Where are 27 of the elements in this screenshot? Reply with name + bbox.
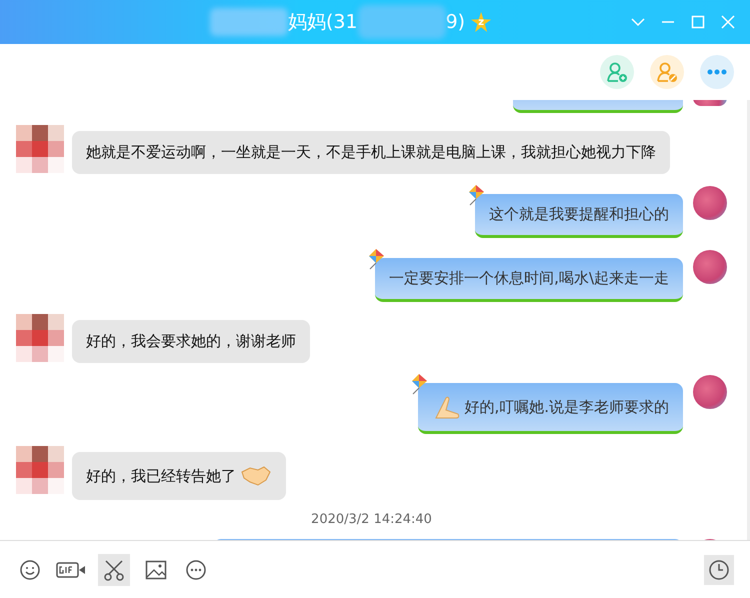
close-icon[interactable] <box>720 14 736 30</box>
avatar-photo <box>693 250 727 284</box>
message-timestamp: 2020/3/2 14:24:40 <box>311 512 432 527</box>
message-bubble: 好的，我已经转告她了 <box>72 452 286 500</box>
vip-badge: z <box>471 12 492 32</box>
block-user-button[interactable] <box>650 55 684 89</box>
add-member-button[interactable] <box>600 55 634 89</box>
window-title: 9) <box>446 11 466 33</box>
more-dots-icon <box>706 69 728 75</box>
add-user-icon <box>606 61 628 83</box>
block-user-icon <box>656 61 678 83</box>
message-bubble: 这个就是我要提醒和担心的 <box>475 194 683 238</box>
avatar-placeholder <box>16 125 64 173</box>
avatar-photo <box>693 100 727 106</box>
avatar-photo <box>693 375 727 409</box>
message-bubble: 好的,叮嘱她.说是李老师要求的 <box>418 383 683 434</box>
message-bubble: 一定要安排一个休息时间,喝水\起来走一走 <box>375 258 683 302</box>
avatar-photo <box>693 186 727 220</box>
screenshot-scissors-button[interactable] <box>98 554 130 586</box>
avatar-placeholder <box>16 314 64 362</box>
avatar-placeholder <box>16 446 64 494</box>
message-bubble: 她就是不爱运动啊，一坐就是一天，不是手机上课就是电脑上课，我就担心她视力下降 <box>72 131 670 174</box>
history-button[interactable] <box>704 554 734 584</box>
more-button[interactable] <box>700 55 734 89</box>
window-title: 妈妈(31 <box>288 10 358 35</box>
maximize-icon[interactable] <box>690 14 706 30</box>
message-bubble: 好的，我会要求她的，谢谢老师 <box>72 320 310 363</box>
